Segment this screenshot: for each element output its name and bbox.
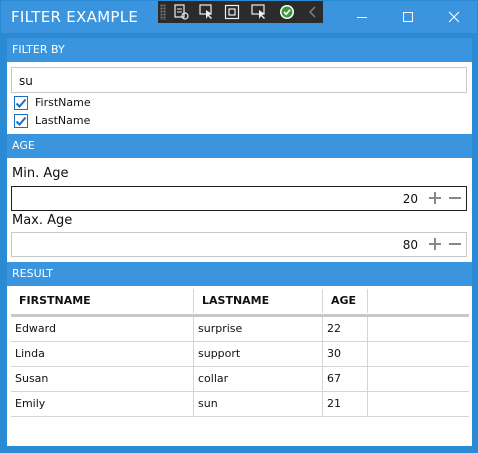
min-age-numeric-input[interactable]: 20 xyxy=(11,186,467,211)
app-window: FILTER EXAMPLE FILTER BY su FirstName La… xyxy=(0,0,478,453)
firstname-checkbox-label[interactable]: FirstName xyxy=(35,96,91,109)
result-data-grid: FIRSTNAME LASTNAME AGE Edward surprise 2… xyxy=(11,289,469,418)
cell-age: 22 xyxy=(323,317,368,341)
plus-icon[interactable] xyxy=(428,237,442,251)
checkmark-icon xyxy=(15,98,27,108)
result-header: RESULT xyxy=(7,262,472,286)
lastname-checkbox-label[interactable]: LastName xyxy=(35,114,90,127)
track-focus-icon[interactable] xyxy=(250,3,268,21)
search-input[interactable]: su xyxy=(11,67,467,93)
minimize-icon xyxy=(357,17,367,18)
table-row[interactable]: Edward surprise 22 xyxy=(11,317,469,342)
age-header: AGE xyxy=(7,134,472,158)
debug-toolbar xyxy=(158,1,323,23)
cell-firstname: Susan xyxy=(11,367,194,391)
cell-firstname: Edward xyxy=(11,317,194,341)
cell-firstname: Linda xyxy=(11,342,194,366)
select-element-icon[interactable] xyxy=(198,3,216,21)
title-bar[interactable]: FILTER EXAMPLE xyxy=(1,1,477,33)
checkmark-icon xyxy=(15,116,27,126)
maximize-button[interactable] xyxy=(385,1,431,33)
live-visual-tree-icon[interactable] xyxy=(172,3,190,21)
main-content: FILTER BY su FirstName LastName AGE Min.… xyxy=(7,38,472,446)
search-input-value: su xyxy=(19,74,33,88)
table-row[interactable]: Susan collar 67 xyxy=(11,367,469,392)
cell-firstname: Emily xyxy=(11,392,194,416)
min-age-label: Min. Age xyxy=(12,166,69,181)
window-title: FILTER EXAMPLE xyxy=(11,8,139,26)
cell-age: 21 xyxy=(323,392,368,416)
cell-lastname: surprise xyxy=(194,317,323,341)
plus-icon[interactable] xyxy=(428,191,442,205)
cell-lastname: collar xyxy=(194,367,323,391)
table-row[interactable]: Linda support 30 xyxy=(11,342,469,367)
cell-lastname: support xyxy=(194,342,323,366)
max-age-label: Max. Age xyxy=(12,213,73,228)
lastname-checkbox[interactable] xyxy=(14,114,28,128)
table-row[interactable]: Emily sun 21 xyxy=(11,392,469,417)
close-button[interactable] xyxy=(431,1,477,33)
hot-reload-ok-icon[interactable] xyxy=(278,3,296,21)
min-age-value: 20 xyxy=(402,192,418,206)
toolbar-grip-icon[interactable] xyxy=(160,4,166,20)
column-header-lastname[interactable]: LASTNAME xyxy=(194,289,323,313)
minimize-button[interactable] xyxy=(339,1,385,33)
max-age-value: 80 xyxy=(402,238,418,252)
close-icon xyxy=(448,11,460,23)
filter-by-header: FILTER BY xyxy=(7,38,472,62)
cell-age: 30 xyxy=(323,342,368,366)
max-age-numeric-input[interactable]: 80 xyxy=(11,232,467,257)
column-header-age[interactable]: AGE xyxy=(323,289,368,313)
collapse-toolbar-icon[interactable] xyxy=(304,3,322,21)
display-layout-adorners-icon[interactable] xyxy=(223,3,241,21)
minus-icon[interactable] xyxy=(448,191,462,205)
cell-lastname: sun xyxy=(194,392,323,416)
cell-age: 67 xyxy=(323,367,368,391)
firstname-checkbox[interactable] xyxy=(14,96,28,110)
minus-icon[interactable] xyxy=(448,237,462,251)
column-header-firstname[interactable]: FIRSTNAME xyxy=(11,289,194,313)
maximize-icon xyxy=(403,12,413,22)
